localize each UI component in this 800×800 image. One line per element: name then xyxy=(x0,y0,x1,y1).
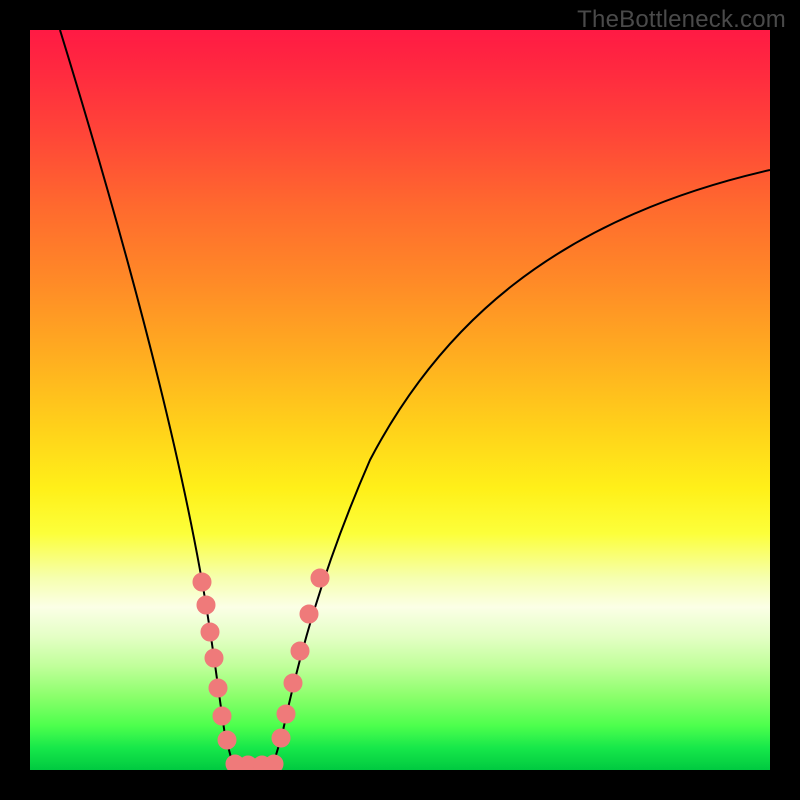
curve-layer xyxy=(30,30,770,770)
data-dot xyxy=(311,569,329,587)
data-dot xyxy=(272,729,290,747)
data-dot xyxy=(213,707,231,725)
data-dot xyxy=(193,573,211,591)
curve-right-arm xyxy=(273,170,770,765)
data-dot xyxy=(265,755,283,770)
data-dot xyxy=(209,679,227,697)
data-dot xyxy=(300,605,318,623)
data-dot xyxy=(277,705,295,723)
plot-frame xyxy=(30,30,770,770)
dots-group xyxy=(193,569,329,770)
data-dot xyxy=(205,649,223,667)
data-dot xyxy=(201,623,219,641)
data-dot xyxy=(284,674,302,692)
data-dot xyxy=(197,596,215,614)
data-dot xyxy=(218,731,236,749)
data-dot xyxy=(291,642,309,660)
